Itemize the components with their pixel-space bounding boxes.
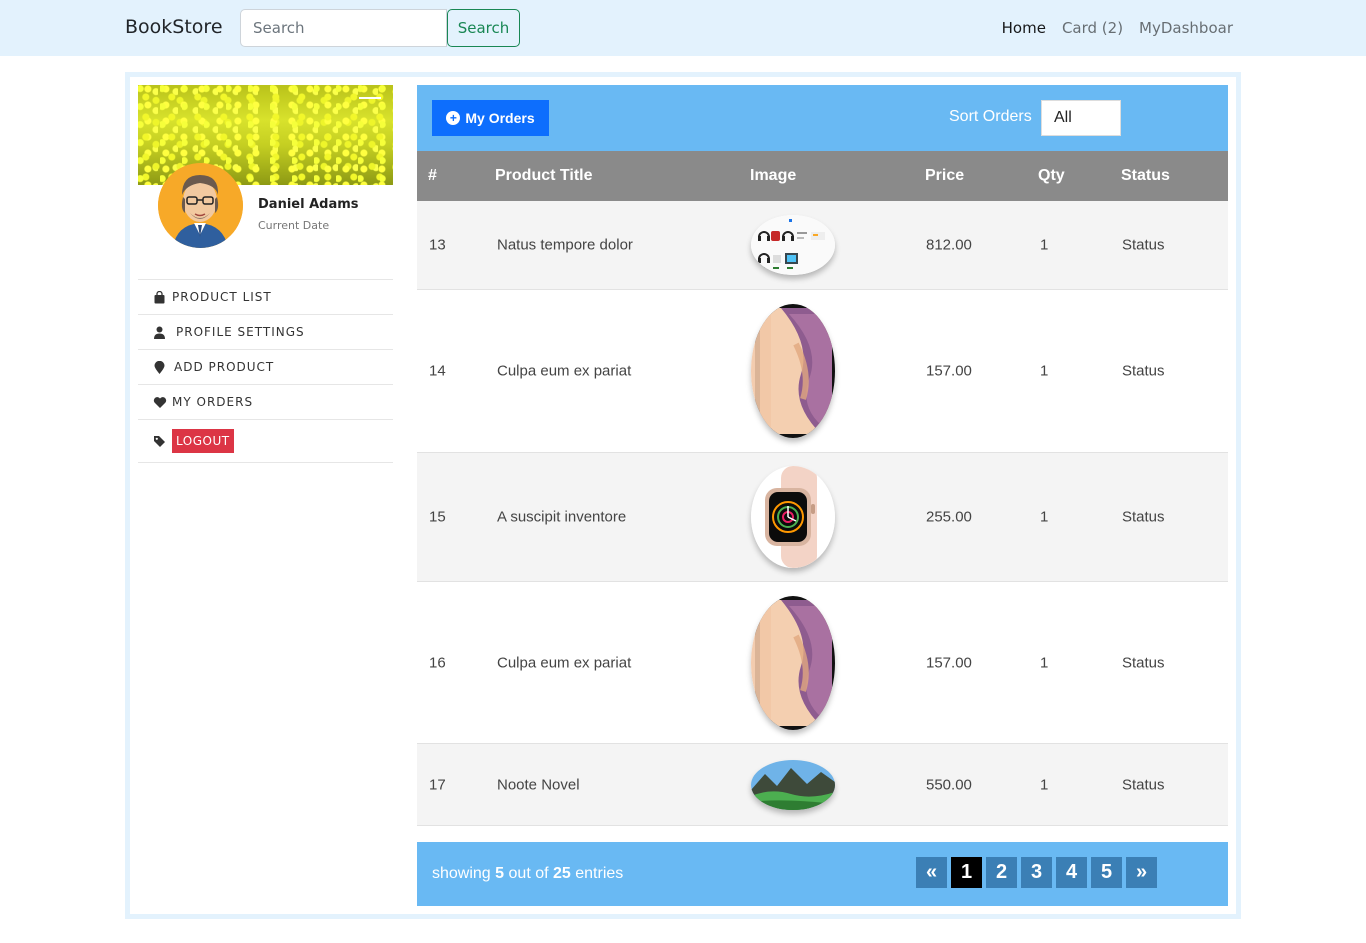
order-id: 15 xyxy=(429,508,446,526)
pagination-prev[interactable]: « xyxy=(916,857,947,888)
shown-count: 5 xyxy=(495,865,505,882)
cover-menu-dash xyxy=(359,97,381,99)
sidebar-item-label: MY ORDERS xyxy=(172,395,254,409)
pagination-page-2[interactable]: 2 xyxy=(986,857,1017,888)
order-qty: 1 xyxy=(1040,654,1049,671)
product-image-smartwatch xyxy=(751,466,835,568)
search-input[interactable] xyxy=(240,9,447,47)
navbar: BookStore Search Home Card (2) MyDashboa… xyxy=(0,0,1366,56)
orders-table-header: # Product Title Image Price Qty Status xyxy=(417,151,1228,201)
column-header-product-title: Product Title xyxy=(495,167,593,184)
table-row[interactable]: 15 A suscipit inventore 255.00 1 Status xyxy=(417,453,1228,582)
table-row[interactable]: 16 Culpa eum ex pariat 157.00 1 Status xyxy=(417,582,1228,744)
avatar xyxy=(158,163,243,248)
sidebar-item-my-orders[interactable]: MY ORDERS xyxy=(138,385,393,420)
sidebar-menu: PRODUCT LIST PROFILE SETTINGS ADD PRODUC… xyxy=(138,280,393,463)
order-status[interactable]: Status xyxy=(1122,363,1165,380)
pagination-page-1[interactable]: 1 xyxy=(951,857,982,888)
search-button[interactable]: Search xyxy=(447,9,520,47)
orders-panel: + My Orders Sort Orders All # Product Ti… xyxy=(417,85,1228,906)
nav-cart-link[interactable]: Card (2) xyxy=(1062,19,1123,37)
nav-links: Home Card (2) MyDashboar xyxy=(1002,19,1233,37)
out-of-label: out of xyxy=(508,865,549,882)
pagination-page-3[interactable]: 3 xyxy=(1021,857,1052,888)
sidebar-item-logout[interactable]: LOGOUT xyxy=(138,420,393,463)
map-pin-icon xyxy=(153,360,166,374)
order-status[interactable]: Status xyxy=(1122,776,1165,793)
product-title: Culpa eum ex pariat xyxy=(497,362,632,380)
order-id: 16 xyxy=(429,654,446,671)
column-header-qty: Qty xyxy=(1038,167,1065,184)
sidebar-item-profile-settings[interactable]: PROFILE SETTINGS xyxy=(138,315,393,350)
order-qty: 1 xyxy=(1040,362,1049,380)
product-title: A suscipit inventore xyxy=(497,508,627,526)
brand-logo[interactable]: BookStore xyxy=(125,16,223,38)
user-date: Current Date xyxy=(258,219,330,232)
entries-suffix: entries xyxy=(575,865,624,882)
table-row[interactable]: 17 Noote Novel 550.00 1 Status xyxy=(417,744,1228,826)
nav-dashboard-link[interactable]: MyDashboar xyxy=(1139,19,1233,37)
product-title: Noote Novel xyxy=(497,776,580,793)
column-header-image: Image xyxy=(750,167,797,184)
order-status[interactable]: Status xyxy=(1122,509,1165,526)
order-price: 255.00 xyxy=(926,508,972,526)
order-id: 17 xyxy=(429,776,446,793)
table-row[interactable]: 14 Culpa eum ex pariat 157.00 1 Status xyxy=(417,290,1228,453)
product-image-landscape xyxy=(751,759,835,810)
pagination-page-5[interactable]: 5 xyxy=(1091,857,1122,888)
pagination: « 1 2 3 4 5 » xyxy=(916,857,1157,888)
order-qty: 1 xyxy=(1040,236,1049,254)
sidebar-item-label: PROFILE SETTINGS xyxy=(176,325,305,339)
order-qty: 1 xyxy=(1040,508,1049,526)
column-header-status: Status xyxy=(1121,167,1170,184)
nav-home-link[interactable]: Home xyxy=(1002,19,1046,37)
order-price: 550.00 xyxy=(926,776,972,793)
sort-orders-select[interactable]: All xyxy=(1041,100,1121,136)
sidebar-item-add-product[interactable]: ADD PRODUCT xyxy=(138,350,393,385)
orders-footer: showing 5 out of 25 entries « 1 2 3 4 5 … xyxy=(417,842,1228,906)
order-status[interactable]: Status xyxy=(1122,237,1165,254)
tag-icon xyxy=(153,435,166,448)
column-header-price: Price xyxy=(925,167,965,184)
order-price: 812.00 xyxy=(926,236,972,254)
order-id: 13 xyxy=(429,236,446,254)
order-price: 157.00 xyxy=(926,362,972,380)
plus-circle-icon: + xyxy=(446,111,461,125)
sidebar-item-label: ADD PRODUCT xyxy=(174,360,275,374)
product-image-iphone xyxy=(751,595,835,730)
order-status[interactable]: Status xyxy=(1122,654,1165,671)
user-name: Daniel Adams xyxy=(258,197,359,212)
logout-button[interactable]: LOGOUT xyxy=(172,429,234,453)
product-image-iphone xyxy=(751,304,835,438)
pagination-page-4[interactable]: 4 xyxy=(1056,857,1087,888)
product-title: Culpa eum ex pariat xyxy=(497,654,632,671)
orders-toolbar: + My Orders Sort Orders All xyxy=(417,85,1228,151)
sidebar-item-product-list[interactable]: PRODUCT LIST xyxy=(138,280,393,315)
sort-orders-label: Sort Orders xyxy=(949,108,1032,125)
user-icon xyxy=(153,326,166,339)
table-row[interactable]: 13 Natus tempore dolor 812.00 1 Status xyxy=(417,201,1228,290)
sidebar-item-label: PRODUCT LIST xyxy=(172,290,272,304)
product-image-headphones xyxy=(751,215,835,275)
my-orders-button[interactable]: + My Orders xyxy=(432,100,549,136)
product-title: Natus tempore dolor xyxy=(497,236,633,254)
heart-icon xyxy=(153,396,167,409)
entries-summary: showing 5 out of 25 entries xyxy=(432,865,623,883)
order-price: 157.00 xyxy=(926,654,972,671)
column-header-number: # xyxy=(428,167,437,184)
my-orders-label: My Orders xyxy=(465,110,535,126)
total-count: 25 xyxy=(553,865,571,882)
showing-prefix: showing xyxy=(432,865,491,882)
pagination-next[interactable]: » xyxy=(1126,857,1157,888)
order-id: 14 xyxy=(429,362,446,380)
order-qty: 1 xyxy=(1040,776,1049,793)
shopping-bag-icon xyxy=(153,290,166,304)
